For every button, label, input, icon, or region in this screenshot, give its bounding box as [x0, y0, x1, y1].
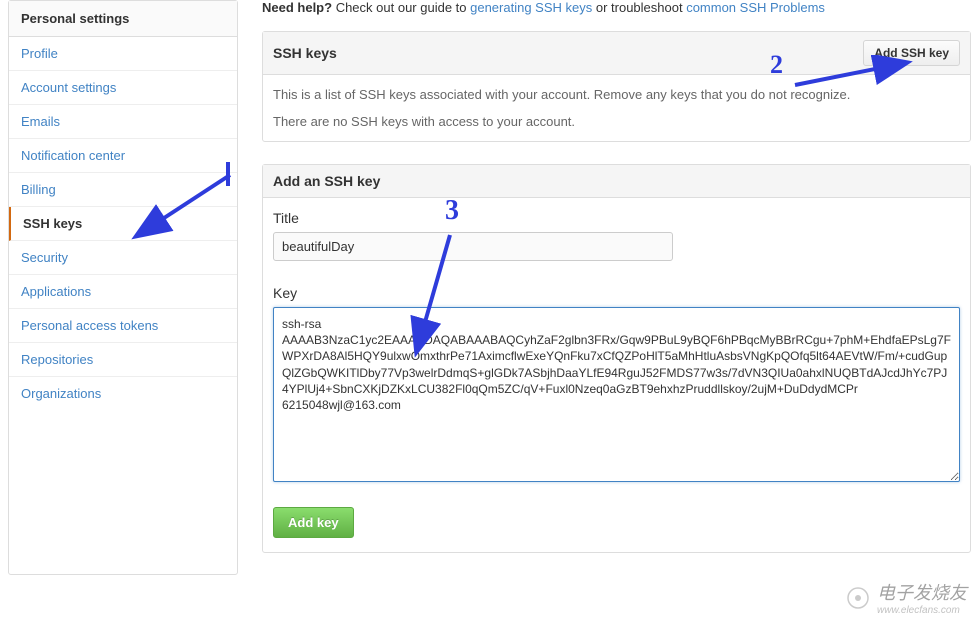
add-ssh-key-button[interactable]: Add SSH key [863, 40, 960, 66]
help-text-2: or troubleshoot [592, 0, 686, 15]
title-field: Title [263, 198, 970, 273]
help-prefix: Need help? [262, 0, 332, 15]
watermark: 电子发烧友 www.elecfans.com [845, 579, 967, 616]
title-input[interactable] [273, 232, 673, 261]
sidebar-item-repositories[interactable]: Repositories [9, 343, 237, 377]
sidebar-item-ssh-keys[interactable]: SSH keys [9, 207, 237, 241]
key-textarea[interactable] [273, 307, 960, 482]
ssh-keys-panel-body: This is a list of SSH keys associated wi… [263, 75, 970, 141]
title-label: Title [273, 210, 960, 226]
sidebar: Personal settings Profile Account settin… [8, 0, 238, 575]
link-common-ssh-problems[interactable]: common SSH Problems [686, 0, 825, 15]
sidebar-item-emails[interactable]: Emails [9, 105, 237, 139]
ssh-keys-desc: This is a list of SSH keys associated wi… [273, 87, 960, 102]
sidebar-item-profile[interactable]: Profile [9, 37, 237, 71]
add-ssh-key-panel-header: Add an SSH key [263, 165, 970, 198]
ssh-keys-empty: There are no SSH keys with access to you… [273, 114, 960, 129]
sidebar-header: Personal settings [9, 1, 237, 37]
sidebar-item-notification-center[interactable]: Notification center [9, 139, 237, 173]
add-key-submit-button[interactable]: Add key [273, 507, 354, 538]
sidebar-item-organizations[interactable]: Organizations [9, 377, 237, 410]
add-ssh-key-panel: Add an SSH key Title Key Add key [262, 164, 971, 553]
key-label: Key [273, 285, 960, 301]
watermark-url: www.elecfans.com [877, 605, 967, 616]
ssh-keys-title: SSH keys [273, 45, 337, 61]
sidebar-item-security[interactable]: Security [9, 241, 237, 275]
main-content: Need help? Check out our guide to genera… [262, 0, 971, 575]
ssh-keys-panel-header: SSH keys Add SSH key [263, 32, 970, 75]
sidebar-item-account-settings[interactable]: Account settings [9, 71, 237, 105]
ssh-keys-panel: SSH keys Add SSH key This is a list of S… [262, 31, 971, 142]
sidebar-item-personal-access-tokens[interactable]: Personal access tokens [9, 309, 237, 343]
sidebar-item-applications[interactable]: Applications [9, 275, 237, 309]
sidebar-item-billing[interactable]: Billing [9, 173, 237, 207]
help-text-1: Check out our guide to [332, 0, 470, 15]
key-field: Key [263, 273, 970, 497]
watermark-icon [845, 585, 871, 611]
help-line: Need help? Check out our guide to genera… [262, 0, 971, 15]
watermark-text: 电子发烧友 [877, 579, 967, 605]
add-ssh-key-title: Add an SSH key [273, 173, 380, 189]
link-generating-ssh-keys[interactable]: generating SSH keys [470, 0, 592, 15]
